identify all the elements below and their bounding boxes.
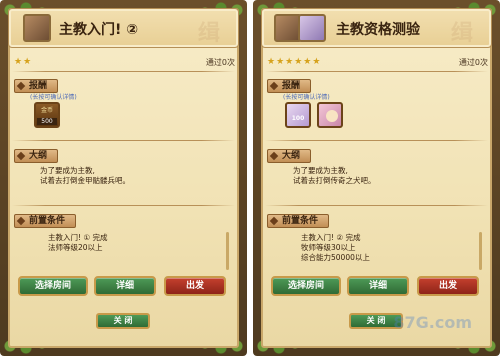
sprite-face-icon — [326, 110, 338, 122]
quest-title: 主教入门! ② — [59, 22, 139, 38]
watermark-text: 缉 — [450, 21, 473, 46]
reward-section-header: 报酬 — [267, 79, 312, 93]
quest-portrait-icon — [23, 14, 51, 42]
quest-portrait-icon — [298, 14, 326, 42]
difficulty-stars: ★★★★★★ — [267, 57, 322, 67]
quest-dialog-left: 主教入门! ② 缉 ★★ 通过0次 报酬 (长按可确认详情) 金币 500 大纲… — [0, 0, 247, 356]
divider — [12, 71, 235, 72]
gold-coin-icon[interactable]: 金币 500 — [34, 102, 60, 128]
sprite-pet-icon[interactable] — [317, 102, 343, 128]
divider — [265, 71, 488, 72]
clear-count: 通过0次 — [205, 58, 235, 67]
quest-title: 主教资格测验 — [336, 22, 420, 38]
reward-value: 100 — [291, 115, 305, 122]
divider — [265, 205, 488, 206]
prereq-section-header: 前置条件 — [14, 214, 77, 228]
scrollbar[interactable] — [479, 232, 482, 270]
prereq-text: 主教入门! ② 完成 牧师等级30以上 综合能力50000以上 — [301, 233, 370, 262]
divider — [12, 140, 235, 141]
quest-dialog-right: 主教资格测验 缉 ★★★★★★ 通过0次 报酬 (长按可确认详情) 100 大纲… — [253, 0, 500, 356]
site-watermark: 87G.com — [393, 313, 472, 332]
reward-value: 500 — [37, 118, 57, 125]
close-button[interactable]: 关 闭 — [96, 313, 150, 329]
select-room-button[interactable]: 选择房间 — [271, 276, 341, 296]
magic-gem-icon[interactable]: 100 — [285, 102, 311, 128]
reward-hint: (长按可确认详情) — [30, 94, 77, 101]
outline-section-header: 大纲 — [14, 149, 59, 163]
quest-title-bar: 主教资格测验 缉 — [261, 8, 492, 48]
outline-text: 为了要成为主教, 试着去打倒传奇之犬吧。 — [293, 166, 376, 185]
prereq-section-header: 前置条件 — [267, 214, 330, 228]
depart-button[interactable]: 出发 — [164, 276, 226, 296]
details-button[interactable]: 详细 — [94, 276, 156, 296]
watermark-text: 缉 — [197, 21, 220, 46]
outline-section-header: 大纲 — [267, 149, 312, 163]
reward-label: 金币 — [40, 107, 53, 114]
depart-button[interactable]: 出发 — [417, 276, 479, 296]
outline-text: 为了要成为主教, 试着去打倒金甲骷髅兵吧。 — [40, 166, 130, 185]
quest-title-bar: 主教入门! ② 缉 — [8, 8, 239, 48]
reward-hint: (长按可确认详情) — [283, 94, 330, 101]
reward-section-header: 报酬 — [14, 79, 59, 93]
details-button[interactable]: 详细 — [347, 276, 409, 296]
scrollbar[interactable] — [226, 232, 229, 270]
prereq-text: 主教入门! ① 完成 法师等级20以上 — [48, 233, 108, 252]
divider — [12, 205, 235, 206]
difficulty-stars: ★★ — [14, 57, 33, 67]
clear-count: 通过0次 — [458, 58, 488, 67]
divider — [265, 140, 488, 141]
select-room-button[interactable]: 选择房间 — [18, 276, 88, 296]
